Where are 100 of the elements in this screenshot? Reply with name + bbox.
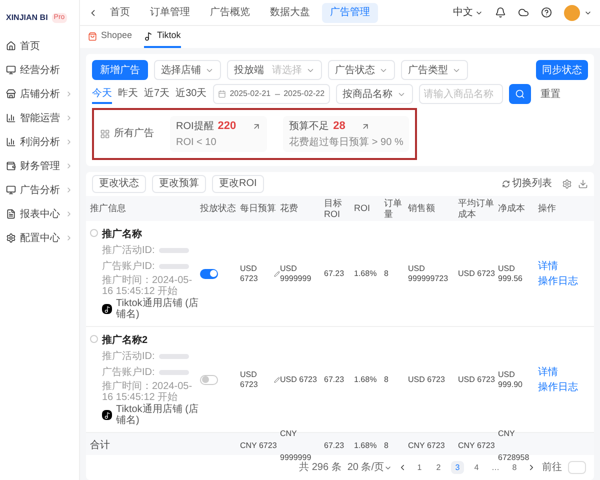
row-link[interactable]: 详情 bbox=[538, 258, 558, 274]
sidebar-item[interactable]: 配置中心 bbox=[0, 228, 79, 248]
all-ads-label[interactable]: 所有广告 bbox=[114, 126, 154, 142]
next-page-icon[interactable] bbox=[527, 463, 536, 472]
sidebar-item[interactable]: 报表中心 bbox=[0, 204, 79, 224]
monitor-icon bbox=[6, 65, 16, 75]
language-select[interactable]: 中文 bbox=[453, 5, 483, 20]
field-select[interactable]: 按商品名称 bbox=[336, 84, 413, 104]
table-cell: 67.23 bbox=[324, 268, 344, 279]
page-number[interactable]: … bbox=[489, 461, 502, 474]
alert-card[interactable]: ROI提醒 220 ROI < 10 bbox=[170, 116, 268, 152]
sidebar-item[interactable]: 经营分析 bbox=[0, 60, 79, 80]
row-checkbox[interactable] bbox=[90, 229, 98, 238]
row-link[interactable]: 详情 bbox=[538, 364, 558, 380]
sidebar-item[interactable]: 财务管理 bbox=[0, 156, 79, 176]
page-tab[interactable]: 订单管理 bbox=[142, 2, 198, 22]
alert-card[interactable]: 预算不足 28 花费超过每日预算 > 90 % bbox=[283, 116, 410, 152]
sidebar-item[interactable]: 店铺分析 bbox=[0, 84, 79, 104]
bell-icon[interactable] bbox=[495, 7, 506, 18]
column-header: 每日预算 bbox=[240, 203, 277, 214]
sidebar-item[interactable]: 智能运营 bbox=[0, 108, 79, 128]
status-toggle[interactable] bbox=[200, 374, 218, 385]
page-number[interactable]: 1 bbox=[413, 461, 426, 474]
total-label: 合计 bbox=[90, 440, 110, 452]
table-cell: USD 6723 bbox=[280, 374, 317, 385]
brand-logo: XINJIAN BI bbox=[6, 12, 48, 24]
page-number[interactable]: 8 bbox=[508, 461, 521, 474]
type-select[interactable]: 广告类型 bbox=[401, 60, 468, 80]
table-cell-text: USD 6723 bbox=[240, 370, 259, 390]
campaign-id-label: 推广活动ID: bbox=[102, 350, 155, 364]
total-cell: CNY 6723 bbox=[408, 441, 445, 450]
switch-list-button[interactable]: 切换列表 bbox=[502, 176, 552, 192]
table-cell-text: USD 999.56 bbox=[498, 264, 524, 284]
edit-icon[interactable] bbox=[274, 270, 280, 277]
search-button[interactable] bbox=[508, 84, 531, 104]
page-tab[interactable]: 广告概览 bbox=[202, 2, 258, 22]
refresh-icon bbox=[502, 180, 510, 188]
bulk-action-button[interactable]: 更改状态 bbox=[92, 174, 146, 193]
page-number[interactable]: 4 bbox=[470, 461, 483, 474]
page-size-select[interactable]: 20 条/页 bbox=[347, 460, 392, 476]
sidebar-item[interactable]: 首页 bbox=[0, 36, 79, 56]
page-input[interactable] bbox=[568, 461, 586, 474]
chevron-icon bbox=[65, 162, 73, 170]
reset-button[interactable]: 重置 bbox=[536, 84, 565, 104]
edit-icon[interactable] bbox=[274, 376, 280, 383]
column-header: 操作 bbox=[538, 203, 557, 214]
download-icon[interactable] bbox=[578, 178, 588, 189]
shop-name: Tiktok通用店铺 (店铺名) bbox=[116, 298, 200, 320]
column-header: ROI bbox=[354, 203, 372, 214]
date-range-tab[interactable]: 昨天 bbox=[118, 84, 138, 104]
bag-icon bbox=[88, 32, 97, 40]
table-cell-text: USD 9999999 bbox=[280, 264, 312, 284]
page-tab[interactable]: 数据大盘 bbox=[262, 2, 318, 22]
status-toggle[interactable] bbox=[200, 268, 218, 279]
settings-icon[interactable] bbox=[562, 178, 572, 189]
search-field[interactable]: 请输入商品名称 bbox=[418, 84, 503, 104]
page-tab[interactable]: 首页 bbox=[102, 2, 138, 22]
row-link[interactable]: 操作日志 bbox=[538, 274, 578, 289]
grid-icon bbox=[100, 128, 110, 139]
row-checkbox[interactable] bbox=[90, 335, 98, 344]
channel-select[interactable]: 投放端 请选择 bbox=[227, 60, 322, 80]
campaign-name: 推广名称 bbox=[102, 227, 143, 242]
help-icon[interactable] bbox=[541, 7, 552, 18]
bulk-action-button[interactable]: 更改ROI bbox=[212, 174, 264, 193]
note-icon bbox=[144, 32, 154, 40]
table-cell: 1.68% bbox=[354, 268, 377, 279]
column-header: 推广信息 bbox=[90, 203, 127, 214]
goto-label: 前往 bbox=[542, 460, 562, 476]
sync-button[interactable]: 同步状态 bbox=[536, 60, 588, 80]
status-select[interactable]: 广告状态 bbox=[328, 60, 395, 80]
chevron-icon bbox=[65, 138, 73, 146]
date-range-tab[interactable]: 近7天 bbox=[144, 84, 170, 104]
page-tab[interactable]: 广告管理 bbox=[322, 2, 378, 22]
page-number[interactable]: 2 bbox=[432, 461, 445, 474]
page-number[interactable]: 3 bbox=[451, 461, 464, 474]
wallet-icon bbox=[6, 161, 16, 171]
platform-tab[interactable]: Shopee bbox=[88, 26, 132, 48]
column-header: 投放状态 bbox=[200, 203, 237, 214]
redacted-text bbox=[158, 370, 189, 376]
home-icon bbox=[6, 41, 16, 51]
platform-tab[interactable]: Tiktok bbox=[144, 26, 181, 48]
table-cell: 67.23 bbox=[324, 374, 344, 385]
table-cell-text: USD 6723 bbox=[240, 264, 259, 284]
table-cell: 8 bbox=[384, 374, 388, 385]
column-header: 订单量 bbox=[384, 198, 403, 220]
table-cell-text: USD 999999723 bbox=[408, 264, 450, 284]
row-link[interactable]: 操作日志 bbox=[538, 380, 578, 395]
total-cell: 67.23 bbox=[324, 441, 344, 450]
date-range-field[interactable]: 2025-02-21 2025-02-22 bbox=[212, 84, 330, 104]
date-range-tab[interactable]: 近30天 bbox=[176, 84, 207, 104]
date-range-tab[interactable]: 今天 bbox=[92, 84, 112, 104]
calendar-icon bbox=[218, 90, 226, 98]
sidebar-item[interactable]: 广告分析 bbox=[0, 180, 79, 200]
bulk-action-button[interactable]: 更改预算 bbox=[152, 174, 206, 193]
sidebar-item[interactable]: 利润分析 bbox=[0, 132, 79, 152]
add-ad-button[interactable]: 新增广告 bbox=[92, 60, 148, 80]
prev-page-icon[interactable] bbox=[398, 463, 407, 472]
cloud-icon[interactable] bbox=[518, 7, 529, 18]
shop-select[interactable]: 选择店铺 bbox=[154, 60, 221, 80]
arrow-icon bbox=[361, 122, 370, 131]
